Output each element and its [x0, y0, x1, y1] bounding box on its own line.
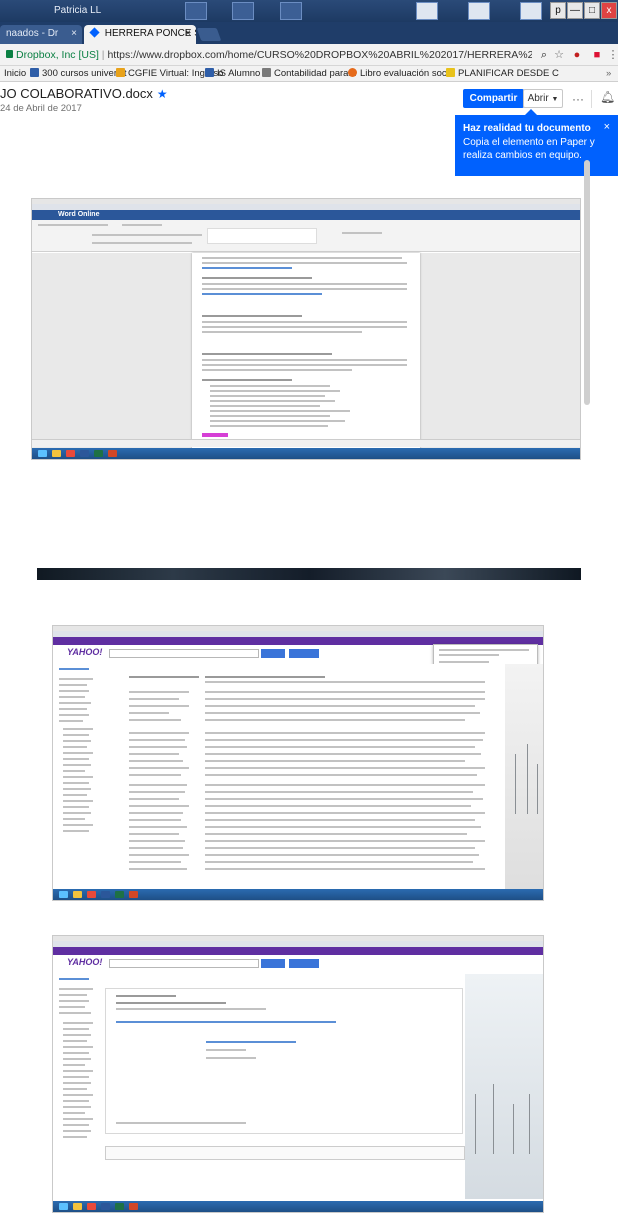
document-title: JO COLABORATIVO.docx ★ [0, 86, 168, 101]
bookmark-icon [348, 68, 357, 77]
embedded-screenshot-yahoo-inbox: YAHOO! [52, 625, 544, 901]
profile-button[interactable]: p [550, 2, 566, 19]
embedded-screenshot-yahoo-message: YAHOO! [52, 935, 544, 1213]
share-button[interactable]: Compartir [463, 89, 524, 108]
bookmark-icon [262, 68, 271, 77]
site-identity[interactable]: Dropbox, Inc [US] [16, 49, 99, 61]
close-window-button[interactable]: x [601, 2, 617, 19]
tab-label: naados - Dr [6, 28, 59, 39]
bookmark-icon [116, 68, 125, 77]
taskbar-thumbnail[interactable] [468, 2, 490, 20]
os-user-label: Patricia LL [54, 5, 102, 16]
embedded-screenshot-word: Word Online [31, 198, 581, 460]
divider [591, 90, 592, 108]
browser-tab-bar: naados - Dr × HERRERA PONCE SOLEDA × [0, 22, 618, 44]
bookmark-icon [30, 68, 39, 77]
tab-active[interactable]: HERRERA PONCE SOLEDA × [84, 25, 196, 44]
zoom-icon[interactable]: ⌕ [537, 47, 551, 63]
bookmark-item[interactable]: 300 cursos universit [30, 66, 126, 81]
bookmark-item[interactable]: IS Alumno [205, 66, 260, 81]
taskbar-thumbnail[interactable] [232, 2, 254, 20]
tab-label: HERRERA PONCE SOLEDA [104, 28, 196, 39]
dropbox-icon [89, 27, 100, 38]
tooltip-body: Copia el elemento en Paper y realiza cam… [463, 137, 595, 161]
more-bookmarks-icon[interactable]: » [606, 66, 611, 81]
bell-icon[interactable]: 🔔︎ [600, 90, 615, 104]
bookmark-item[interactable]: PLANIFICAR DESDE C [446, 66, 559, 81]
bookmark-icon [205, 68, 214, 77]
lock-icon [6, 50, 13, 58]
bookmark-item[interactable]: Contabilidad param [262, 66, 356, 81]
taskbar-thumbnail[interactable] [416, 2, 438, 20]
star-icon[interactable]: ★ [157, 87, 168, 101]
bookmark-item[interactable]: Libro evaluación soc [348, 66, 447, 81]
tooltip-title: Haz realidad tu documento [463, 123, 591, 134]
document-date: 24 de Abril de 2017 [0, 103, 82, 114]
url-text: https://www.dropbox.com/home/CURSO%20DRO… [107, 49, 532, 61]
scrollbar[interactable] [584, 160, 590, 405]
taskbar-thumbnail[interactable] [520, 2, 542, 20]
more-options-button[interactable]: ··· [572, 92, 584, 106]
taskbar-thumbnail[interactable] [280, 2, 302, 20]
paper-promo-tooltip: Haz realidad tu documento Copia el eleme… [455, 109, 618, 176]
close-icon[interactable]: × [71, 28, 77, 39]
taskbar-thumbnail[interactable] [185, 2, 207, 20]
extension-icon[interactable]: ● [570, 47, 584, 63]
bookmark-item[interactable]: CGFIE Virtual: Ingreso [116, 66, 223, 81]
extension-icon[interactable]: ■ [590, 47, 604, 63]
close-icon[interactable]: × [604, 121, 610, 134]
open-button[interactable]: Abrir ▼ [523, 89, 563, 108]
close-icon[interactable]: × [185, 28, 191, 39]
maximize-button[interactable]: □ [584, 2, 600, 19]
chevron-down-icon: ▼ [551, 96, 559, 103]
bookmarks-bar: Inicio 300 cursos universit CGFIE Virtua… [0, 66, 618, 82]
image-strip [37, 568, 581, 580]
new-tab-button[interactable] [196, 28, 222, 41]
minimize-button[interactable]: — [567, 2, 583, 19]
menu-icon[interactable]: ⋮ [606, 47, 618, 63]
tab-inactive[interactable]: naados - Dr × [0, 25, 82, 44]
bookmark-icon [446, 68, 455, 77]
star-icon[interactable]: ☆ [552, 47, 566, 63]
os-taskbar: Patricia LL p — □ x [0, 0, 618, 22]
url-field[interactable]: Dropbox, Inc [US] | https://www.dropbox.… [16, 47, 532, 63]
address-bar: Dropbox, Inc [US] | https://www.dropbox.… [0, 44, 618, 66]
